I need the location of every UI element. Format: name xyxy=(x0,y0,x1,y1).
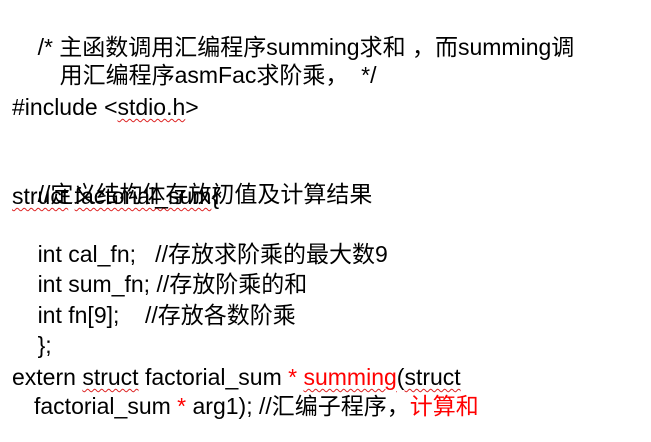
struct-name: factorial_sum xyxy=(74,183,212,209)
extern-param-struct: struct xyxy=(404,364,461,390)
extern-line-1: extern struct factorial_sum * summing(st… xyxy=(12,363,461,391)
include-suffix: > xyxy=(185,94,199,120)
param-type: factorial_sum xyxy=(34,393,178,419)
struct-decl-line: struct factorial_sum{ xyxy=(12,182,219,210)
extern-keyword: extern xyxy=(12,364,83,390)
include-prefix: #include < xyxy=(12,94,118,120)
extern-struct-keyword: struct xyxy=(82,364,139,390)
include-line: #include <stdio.h> xyxy=(12,93,199,121)
param-arg: arg1); //汇编子程序， xyxy=(186,393,410,419)
field-3: int fn[9]; //存放各数阶乘 xyxy=(37,302,296,328)
comment-text-2: 用汇编程序asmFac求阶乘， */ xyxy=(59,62,377,88)
struct-brace: { xyxy=(211,183,220,209)
extern-pointer-star: * xyxy=(288,364,298,390)
extern-function-name: summing xyxy=(303,364,397,390)
extern-line-2: factorial_sum * arg1); //汇编子程序，计算和 xyxy=(34,392,479,420)
struct-end: }; xyxy=(37,332,52,358)
struct-keyword: struct xyxy=(12,183,69,209)
include-file: stdio.h xyxy=(117,94,186,120)
field-line-3: int fn[9]; //存放各数阶乘 xyxy=(12,273,296,357)
highlight-compute-sum: 计算和 xyxy=(409,393,479,419)
param-pointer-star: * xyxy=(177,393,187,419)
extern-type: factorial_sum xyxy=(138,364,289,390)
code-slide: /* 主函数调用汇编程序summing求和 ，而summing调 用汇编程序as… xyxy=(0,0,651,442)
